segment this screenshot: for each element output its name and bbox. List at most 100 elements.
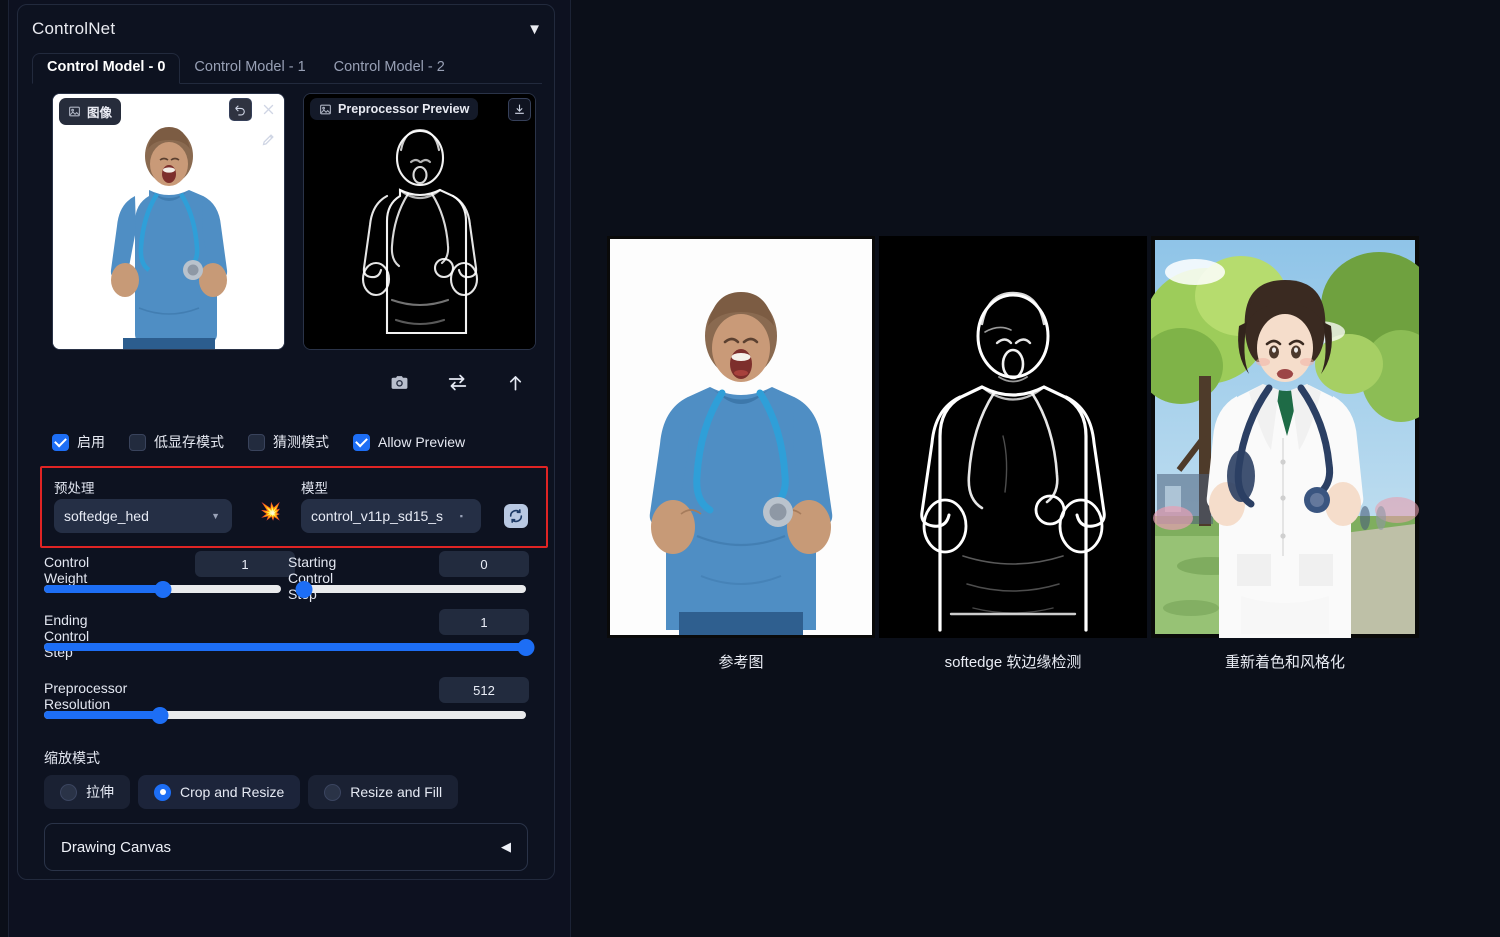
chevron-down-icon: ▪ — [459, 511, 463, 521]
panel-title: ControlNet — [32, 19, 116, 38]
ending-control-step-slider[interactable] — [44, 638, 535, 656]
drawing-canvas-accordion[interactable]: Drawing Canvas ◀ — [44, 823, 528, 871]
control-weight-value[interactable]: 1 — [195, 551, 295, 577]
image-boxes-row: 图像 Preprocessor Preview — [44, 85, 544, 350]
preprocessor-resolution-slider[interactable] — [44, 706, 526, 724]
preprocessor-preview-label-pill: Preprocessor Preview — [310, 98, 479, 120]
tab-control-model-0[interactable]: Control Model - 0 — [32, 53, 181, 84]
preprocessor-label: 预处理 — [54, 481, 95, 496]
source-image-box[interactable]: 图像 — [52, 93, 285, 350]
image-tools-row — [370, 365, 540, 399]
checkbox-enable[interactable]: 启用 — [52, 432, 105, 452]
gallery-item-softedge: softedge 软边缘检测 — [879, 236, 1147, 671]
source-image-corner-buttons — [229, 98, 280, 121]
preprocessor-select[interactable]: softedge_hed ▼ — [54, 499, 232, 533]
checkbox-guess-mode-box[interactable] — [248, 433, 265, 451]
swap-arrows-icon[interactable] — [447, 372, 468, 393]
close-icon[interactable] — [257, 98, 280, 121]
options-checkbox-row: 启用 低显存模式 猜测模式 Allow Preview — [52, 429, 547, 455]
restyled-image[interactable] — [1151, 236, 1419, 638]
checkbox-enable-label: 启用 — [77, 434, 105, 450]
softedge-preview-image[interactable] — [879, 236, 1147, 638]
radio-stretch-dot[interactable] — [60, 783, 77, 801]
chevron-left-icon[interactable]: ◀ — [501, 839, 511, 855]
preprocessor-preview-canvas — [304, 94, 535, 349]
pen-edit-icon[interactable] — [257, 128, 280, 151]
radio-stretch[interactable]: 拉伸 — [44, 775, 130, 809]
checkbox-guess-mode-label: 猜测模式 — [273, 434, 329, 450]
undo-icon[interactable] — [229, 98, 252, 121]
download-icon[interactable] — [508, 98, 531, 121]
reference-image[interactable] — [607, 236, 875, 638]
tab-control-model-1[interactable]: Control Model - 1 — [180, 54, 319, 83]
checkbox-allow-preview-label: Allow Preview — [378, 434, 466, 450]
checkbox-low-vram-label: 低显存模式 — [154, 434, 224, 450]
refresh-models-button[interactable] — [504, 504, 528, 528]
radio-resize-and-fill-dot[interactable] — [324, 783, 342, 801]
source-image-label-pill: 图像 — [59, 98, 122, 125]
gallery-caption-restyled: 重新着色和风格化 — [1224, 654, 1345, 671]
result-gallery: 参考图 softedge 软边缘检测 重新着色和风格化 — [607, 236, 1423, 676]
preview-corner-buttons — [508, 98, 531, 121]
resize-mode-options: 拉伸 Crop and Resize Resize and Fill — [44, 775, 459, 809]
source-nurse-photo — [53, 94, 284, 349]
app-root: ControlNet ▼ Control Model - 0 Control M… — [0, 0, 1500, 937]
preprocessor-resolution-fill — [44, 711, 160, 719]
control-weight-knob[interactable] — [154, 580, 171, 598]
radio-crop-and-resize-dot[interactable] — [154, 783, 171, 801]
checkbox-enable-box[interactable] — [52, 433, 69, 451]
control-model-tabs: Control Model - 0 Control Model - 1 Cont… — [32, 50, 542, 84]
preprocessor-resolution-label: Preprocessor Resolution — [44, 680, 128, 712]
gallery-item-reference: 参考图 — [607, 236, 875, 671]
control-weight-slider[interactable] — [44, 580, 281, 598]
reference-nurse-photo — [607, 236, 875, 638]
checkbox-allow-preview[interactable]: Allow Preview — [353, 433, 466, 451]
chevron-down-icon: ▼ — [211, 511, 220, 521]
chevron-down-icon[interactable]: ▼ — [527, 22, 542, 37]
checkbox-guess-mode[interactable]: 猜测模式 — [248, 432, 329, 452]
radio-crop-and-resize-label: Crop and Resize — [180, 784, 285, 800]
checkbox-low-vram[interactable]: 低显存模式 — [129, 432, 224, 452]
model-value: control_v11p_sd15_s — [311, 508, 444, 524]
control-weight-label: Control Weight — [44, 554, 90, 586]
ending-control-step-value[interactable]: 1 — [439, 609, 529, 635]
checkbox-low-vram-box[interactable] — [129, 433, 146, 451]
preprocessor-value: softedge_hed — [64, 508, 149, 524]
starting-control-step-knob[interactable] — [295, 580, 313, 598]
softedge-edges — [879, 236, 1147, 638]
restyled-anime-nurse — [1151, 236, 1419, 638]
controlnet-header: ControlNet ▼ — [32, 15, 542, 43]
starting-control-step-label: Starting Control Step — [288, 554, 337, 602]
explosion-icon[interactable]: 💥 — [260, 502, 281, 522]
model-select[interactable]: control_v11p_sd15_s ▪ — [301, 499, 481, 533]
resize-mode-label: 缩放模式 — [44, 750, 100, 766]
drawing-canvas-title: Drawing Canvas — [61, 838, 172, 856]
controlnet-left-panel: ControlNet ▼ Control Model - 0 Control M… — [8, 0, 571, 937]
radio-crop-and-resize[interactable]: Crop and Resize — [138, 775, 301, 809]
checkbox-allow-preview-box[interactable] — [353, 433, 370, 451]
preprocessor-model-highlight: 预处理 softedge_hed ▼ 💥 模型 control_v11p_sd1… — [40, 466, 548, 548]
image-icon — [319, 103, 332, 116]
controlnet-card: ControlNet ▼ Control Model - 0 Control M… — [17, 4, 555, 880]
source-image-canvas — [53, 94, 284, 349]
preprocessor-resolution-knob[interactable] — [151, 706, 169, 724]
gallery-caption-reference: 参考图 — [718, 654, 764, 671]
source-image-label: 图像 — [87, 106, 113, 120]
camera-icon[interactable] — [390, 373, 409, 392]
starting-control-step-slider[interactable] — [295, 580, 526, 598]
ending-control-step-fill — [44, 643, 526, 651]
preprocessor-preview-label: Preprocessor Preview — [338, 102, 470, 116]
preprocessor-preview-box[interactable]: Preprocessor Preview — [303, 93, 536, 350]
softedge-preview-thumb — [304, 94, 535, 349]
radio-resize-and-fill[interactable]: Resize and Fill — [308, 775, 459, 809]
ending-control-step-knob[interactable] — [517, 638, 535, 656]
tab-control-model-2[interactable]: Control Model - 2 — [320, 54, 459, 83]
preprocessor-resolution-value[interactable]: 512 — [439, 677, 529, 703]
control-weight-fill — [44, 585, 163, 593]
gallery-item-restyled: 重新着色和风格化 — [1151, 236, 1419, 671]
starting-control-step-value[interactable]: 0 — [439, 551, 529, 577]
upload-arrow-icon[interactable] — [506, 373, 525, 392]
gallery-caption-softedge: softedge 软边缘检测 — [944, 654, 1082, 671]
model-label: 模型 — [301, 481, 328, 496]
ending-control-step-label: Ending Control Step — [44, 612, 90, 660]
